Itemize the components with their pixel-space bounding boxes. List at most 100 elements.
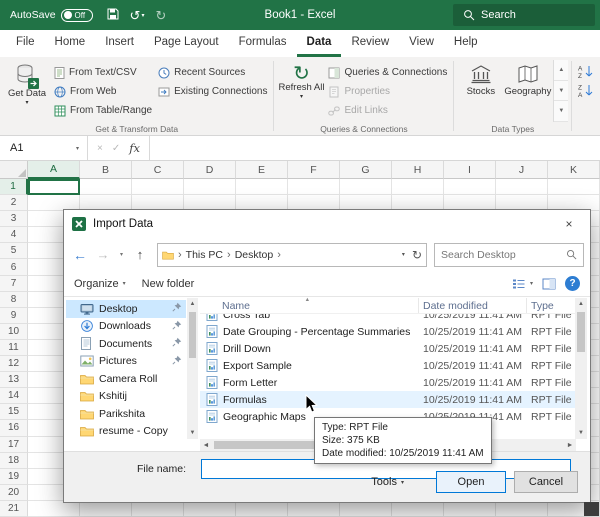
row-header-15[interactable]: 15 [0,404,28,420]
scroll-down-icon[interactable]: ▼ [190,427,196,439]
sort-ascending-button[interactable]: AZ [576,63,596,79]
tools-button[interactable]: Tools▾ [365,471,410,493]
help-button[interactable]: ? [565,276,580,291]
column-header-e[interactable]: E [236,161,288,179]
row-header-7[interactable]: 7 [0,276,28,292]
column-header-g[interactable]: G [340,161,392,179]
sidebar-item-desktop[interactable]: Desktop [66,300,186,318]
sidebar-item-pictures[interactable]: Pictures [66,353,186,371]
sidebar-item-kshitij[interactable]: Kshitij [66,388,186,406]
gallery-more-button[interactable]: ▼ [554,101,568,122]
cell-A1[interactable] [28,179,80,195]
scroll-thumb[interactable] [189,312,196,358]
row-header-20[interactable]: 20 [0,485,28,501]
column-header-f[interactable]: F [288,161,340,179]
column-header-d[interactable]: D [184,161,236,179]
column-header-a[interactable]: A [28,161,80,179]
open-button[interactable]: Open [436,471,506,493]
row-header-1[interactable]: 1 [0,179,28,195]
file-row-form-letter[interactable]: Form Letter10/25/2019 11:41 AMRPT File [200,374,576,391]
row-header-6[interactable]: 6 [0,259,28,275]
cell-J1[interactable] [496,179,548,195]
select-all-corner[interactable] [0,161,28,179]
scroll-down-icon[interactable]: ▼ [578,427,584,439]
sidebar-item-documents[interactable]: Documents [66,335,186,353]
tab-formulas[interactable]: Formulas [229,30,297,57]
up-button[interactable]: ↑ [130,244,150,266]
scroll-left-icon[interactable]: ◄ [200,442,212,449]
dialog-search-box[interactable]: Search Desktop [434,243,584,267]
cell-C21[interactable] [132,501,184,517]
existing-connections-button[interactable]: Existing Connections [155,82,270,101]
row-header-21[interactable]: 21 [0,501,28,517]
row-header-8[interactable]: 8 [0,292,28,308]
breadcrumb-this-pc[interactable]: This PC [186,249,223,261]
recent-locations-dropdown[interactable]: ▾ [116,244,127,266]
row-header-19[interactable]: 19 [0,469,28,485]
cell-I1[interactable] [444,179,496,195]
column-header-k[interactable]: K [548,161,600,179]
from-table-range-button[interactable]: From Table/Range [51,101,155,120]
refresh-icon[interactable]: ↻ [412,248,422,262]
autosave-toggle[interactable]: AutoSave Off [10,9,93,22]
breadcrumb-desktop[interactable]: Desktop [235,249,274,261]
confirm-entry-icon[interactable]: ✓ [112,143,120,154]
row-header-4[interactable]: 4 [0,227,28,243]
file-row-cross-tab[interactable]: Cross Tab10/25/2019 11:41 AMRPT File [200,314,576,323]
sidebar-item-resume-copy[interactable]: resume - Copy [66,423,186,440]
gallery-up-button[interactable]: ▲ [554,60,568,81]
undo-dropdown-icon[interactable]: ▾ [141,13,144,19]
scroll-up-icon[interactable]: ▲ [190,298,196,310]
titlebar-search[interactable]: Search [453,4,595,26]
row-header-9[interactable]: 9 [0,308,28,324]
get-data-button[interactable]: Get Data ▾ [3,60,51,122]
row-header-3[interactable]: 3 [0,211,28,227]
gallery-down-button[interactable]: ▼ [554,81,568,102]
views-button[interactable]: ▾ [512,278,533,290]
cancel-button[interactable]: Cancel [514,471,578,493]
list-scrollbar[interactable]: ▲ ▼ [575,298,587,439]
scroll-up-icon[interactable]: ▲ [578,298,584,310]
row-header-12[interactable]: 12 [0,356,28,372]
column-header-name[interactable]: ▲Name [200,298,419,313]
tab-home[interactable]: Home [45,30,96,57]
cell-H21[interactable] [392,501,444,517]
sort-descending-button[interactable]: ZA [576,82,596,98]
cell-C1[interactable] [132,179,184,195]
row-header-18[interactable]: 18 [0,453,28,469]
row-header-13[interactable]: 13 [0,372,28,388]
queries-connections-button[interactable]: Queries & Connections [325,63,450,82]
file-row-export-sample[interactable]: Export Sample10/25/2019 11:41 AMRPT File [200,357,576,374]
address-bar[interactable]: › This PC › Desktop › ▾ ↻ [157,243,427,267]
cell-F21[interactable] [288,501,340,517]
cell-D1[interactable] [184,179,236,195]
file-row-date-grouping-percentage-summaries[interactable]: Date Grouping - Percentage Summaries10/2… [200,323,576,340]
file-row-drill-down[interactable]: Drill Down10/25/2019 11:41 AMRPT File [200,340,576,357]
column-header-i[interactable]: I [444,161,496,179]
tab-insert[interactable]: Insert [95,30,144,57]
cell-F1[interactable] [288,179,340,195]
cell-D21[interactable] [184,501,236,517]
cell-E21[interactable] [236,501,288,517]
stocks-button[interactable]: Stocks [457,60,504,122]
sidebar-item-camera-roll[interactable]: Camera Roll [66,370,186,388]
tab-file[interactable]: File [6,30,45,57]
column-header-c[interactable]: C [132,161,184,179]
new-folder-button[interactable]: New folder [142,278,195,290]
formula-input[interactable] [150,136,600,160]
column-header-j[interactable]: J [496,161,548,179]
cell-K1[interactable] [548,179,600,195]
edit-links-button[interactable]: Edit Links [325,101,450,120]
redo-button[interactable]: ↻ [155,9,166,22]
row-header-17[interactable]: 17 [0,437,28,453]
cancel-entry-icon[interactable]: × [97,143,103,154]
file-row-formulas[interactable]: Formulas10/25/2019 11:41 AMRPT File [200,391,576,408]
cell-J21[interactable] [496,501,548,517]
column-header-b[interactable]: B [80,161,132,179]
dialog-close-button[interactable]: × [548,210,590,238]
tab-data[interactable]: Data [297,30,342,57]
cell-G21[interactable] [340,501,392,517]
column-header-type[interactable]: Type [527,298,576,313]
cell-G1[interactable] [340,179,392,195]
save-icon[interactable] [107,8,119,22]
